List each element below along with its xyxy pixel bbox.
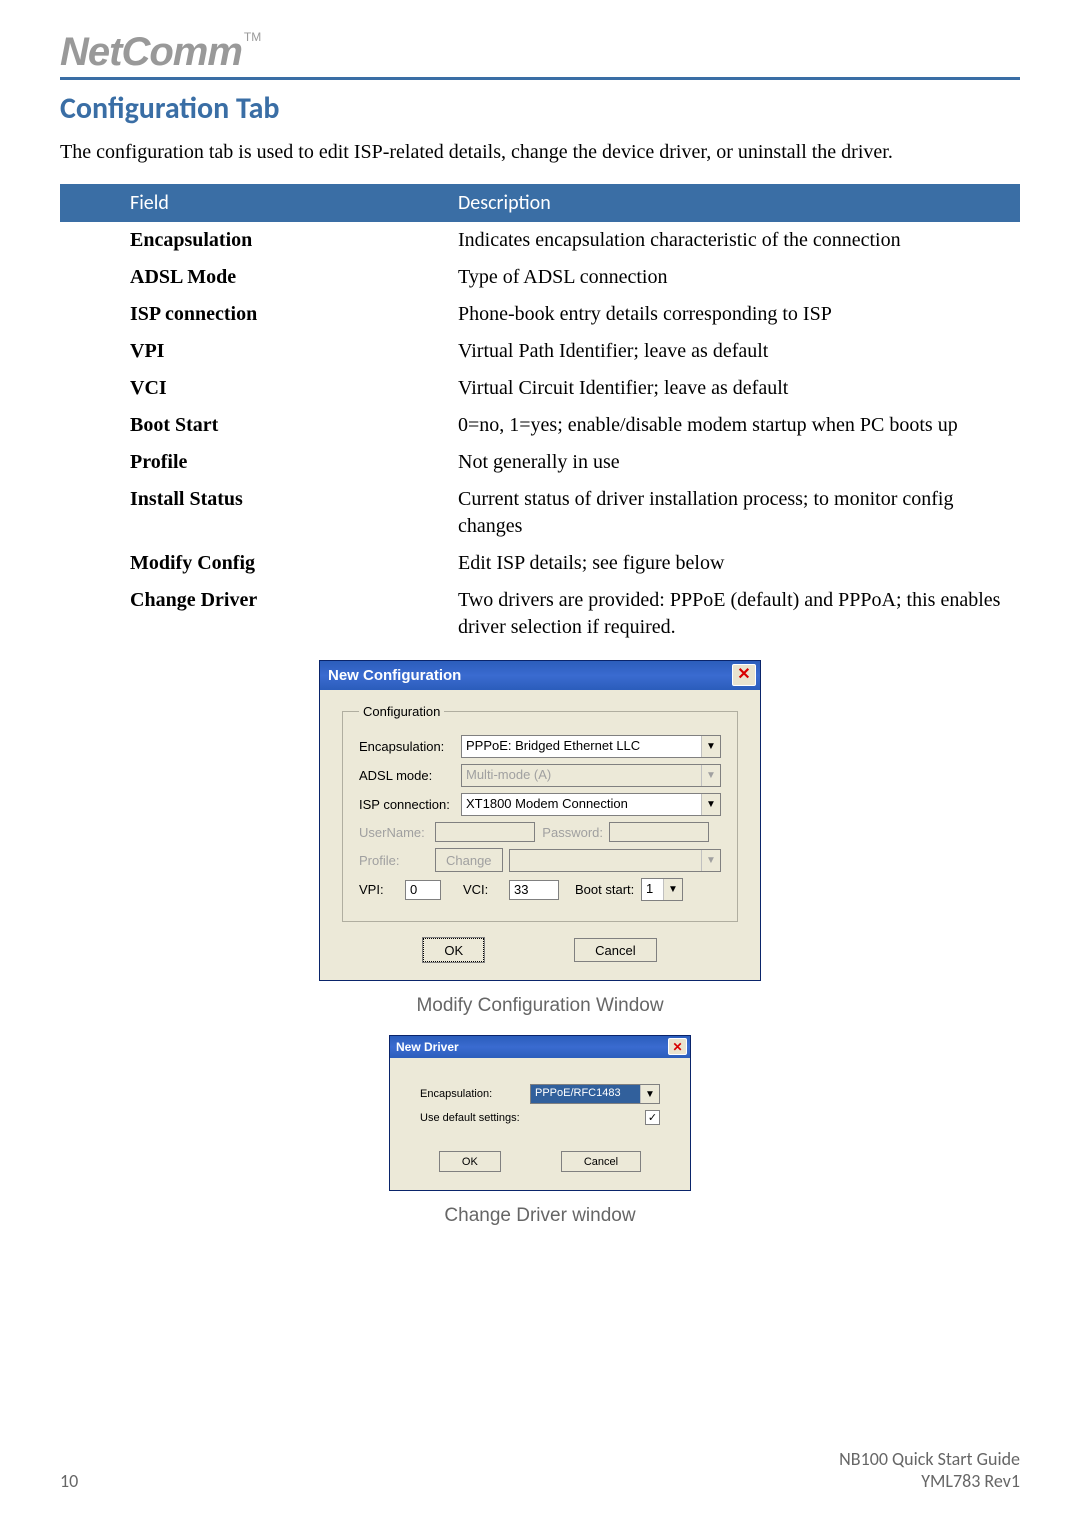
change-button: Change — [435, 848, 503, 872]
page-footer: 10 NB100 Quick Start Guide YML783 Rev1 — [60, 1448, 1020, 1492]
adsl-mode-select: Multi-mode (A) ▼ — [461, 764, 721, 787]
col-description: Description — [444, 184, 1020, 222]
encapsulation-select[interactable]: PPPoE: Bridged Ethernet LLC ▼ — [461, 735, 721, 758]
group-label: Configuration — [359, 704, 444, 719]
brand-logo: NetComm — [60, 30, 242, 75]
col-field: Field — [60, 184, 444, 222]
table-row: Change DriverTwo drivers are provided: P… — [60, 582, 1020, 646]
boot-start-label: Boot start: — [575, 882, 635, 897]
new-configuration-dialog: New Configuration ✕ Configuration Encaps… — [319, 660, 761, 981]
fields-table: Field Description EncapsulationIndicates… — [60, 184, 1020, 646]
dialog-title: New Driver — [396, 1040, 459, 1054]
close-icon[interactable]: ✕ — [732, 664, 756, 686]
chevron-down-icon: ▼ — [640, 1085, 659, 1103]
modify-config-caption: Modify Configuration Window — [60, 995, 1020, 1017]
adsl-mode-label: ADSL mode: — [359, 768, 455, 783]
isp-connection-label: ISP connection: — [359, 797, 455, 812]
change-driver-caption: Change Driver window — [60, 1205, 1020, 1227]
doc-title: NB100 Quick Start Guide — [839, 1448, 1020, 1470]
vci-label: VCI: — [463, 882, 503, 897]
close-icon[interactable]: ✕ — [668, 1038, 687, 1055]
table-row: VPIVirtual Path Identifier; leave as def… — [60, 333, 1020, 370]
table-row: Install StatusCurrent status of driver i… — [60, 481, 1020, 545]
chevron-down-icon: ▼ — [701, 765, 720, 786]
dialog-title: New Configuration — [328, 667, 461, 684]
ok-button[interactable]: OK — [439, 1151, 501, 1172]
table-row: ISP connectionPhone-book entry details c… — [60, 296, 1020, 333]
profile-label: Profile: — [359, 853, 429, 868]
table-row: ProfileNot generally in use — [60, 444, 1020, 481]
vpi-field[interactable] — [405, 880, 441, 900]
chevron-down-icon: ▼ — [701, 850, 720, 871]
use-default-label: Use default settings: — [420, 1112, 524, 1124]
vpi-label: VPI: — [359, 882, 399, 897]
dialog-titlebar[interactable]: New Configuration ✕ — [320, 661, 760, 690]
table-row: ADSL ModeType of ADSL connection — [60, 259, 1020, 296]
encapsulation-label: Encapsulation: — [420, 1088, 524, 1100]
intro-text: The configuration tab is used to edit IS… — [60, 139, 1020, 166]
trademark: TM — [244, 30, 261, 44]
username-label: UserName: — [359, 825, 429, 840]
new-driver-dialog: New Driver ✕ Encapsulation: PPPoE/RFC148… — [389, 1035, 691, 1191]
boot-start-select[interactable]: 1 ▼ — [641, 878, 683, 901]
encapsulation-label: Encapsulation: — [359, 739, 455, 754]
username-field — [435, 822, 535, 842]
page-number: 10 — [60, 1470, 78, 1492]
table-row: Boot Start0=no, 1=yes; enable/disable mo… — [60, 407, 1020, 444]
ok-button[interactable]: OK — [423, 938, 484, 962]
use-default-checkbox[interactable]: ✓ — [645, 1110, 660, 1125]
dialog-titlebar[interactable]: New Driver ✕ — [390, 1036, 690, 1058]
table-row: EncapsulationIndicates encapsulation cha… — [60, 222, 1020, 259]
chevron-down-icon: ▼ — [701, 794, 720, 815]
cancel-button[interactable]: Cancel — [574, 938, 656, 962]
vci-field[interactable] — [509, 880, 559, 900]
doc-rev: YML783 Rev1 — [839, 1470, 1020, 1492]
encapsulation-select[interactable]: PPPoE/RFC1483 ▼ — [530, 1084, 660, 1104]
section-title: Configuration Tab — [60, 90, 1020, 127]
isp-connection-select[interactable]: XT1800 Modem Connection ▼ — [461, 793, 721, 816]
table-row: VCIVirtual Circuit Identifier; leave as … — [60, 370, 1020, 407]
table-row: Modify ConfigEdit ISP details; see figur… — [60, 545, 1020, 582]
password-label: Password: — [541, 825, 603, 840]
password-field — [609, 822, 709, 842]
profile-select: ▼ — [509, 849, 721, 872]
cancel-button[interactable]: Cancel — [561, 1151, 641, 1172]
chevron-down-icon: ▼ — [663, 879, 682, 900]
chevron-down-icon: ▼ — [701, 736, 720, 757]
header-divider — [60, 77, 1020, 80]
